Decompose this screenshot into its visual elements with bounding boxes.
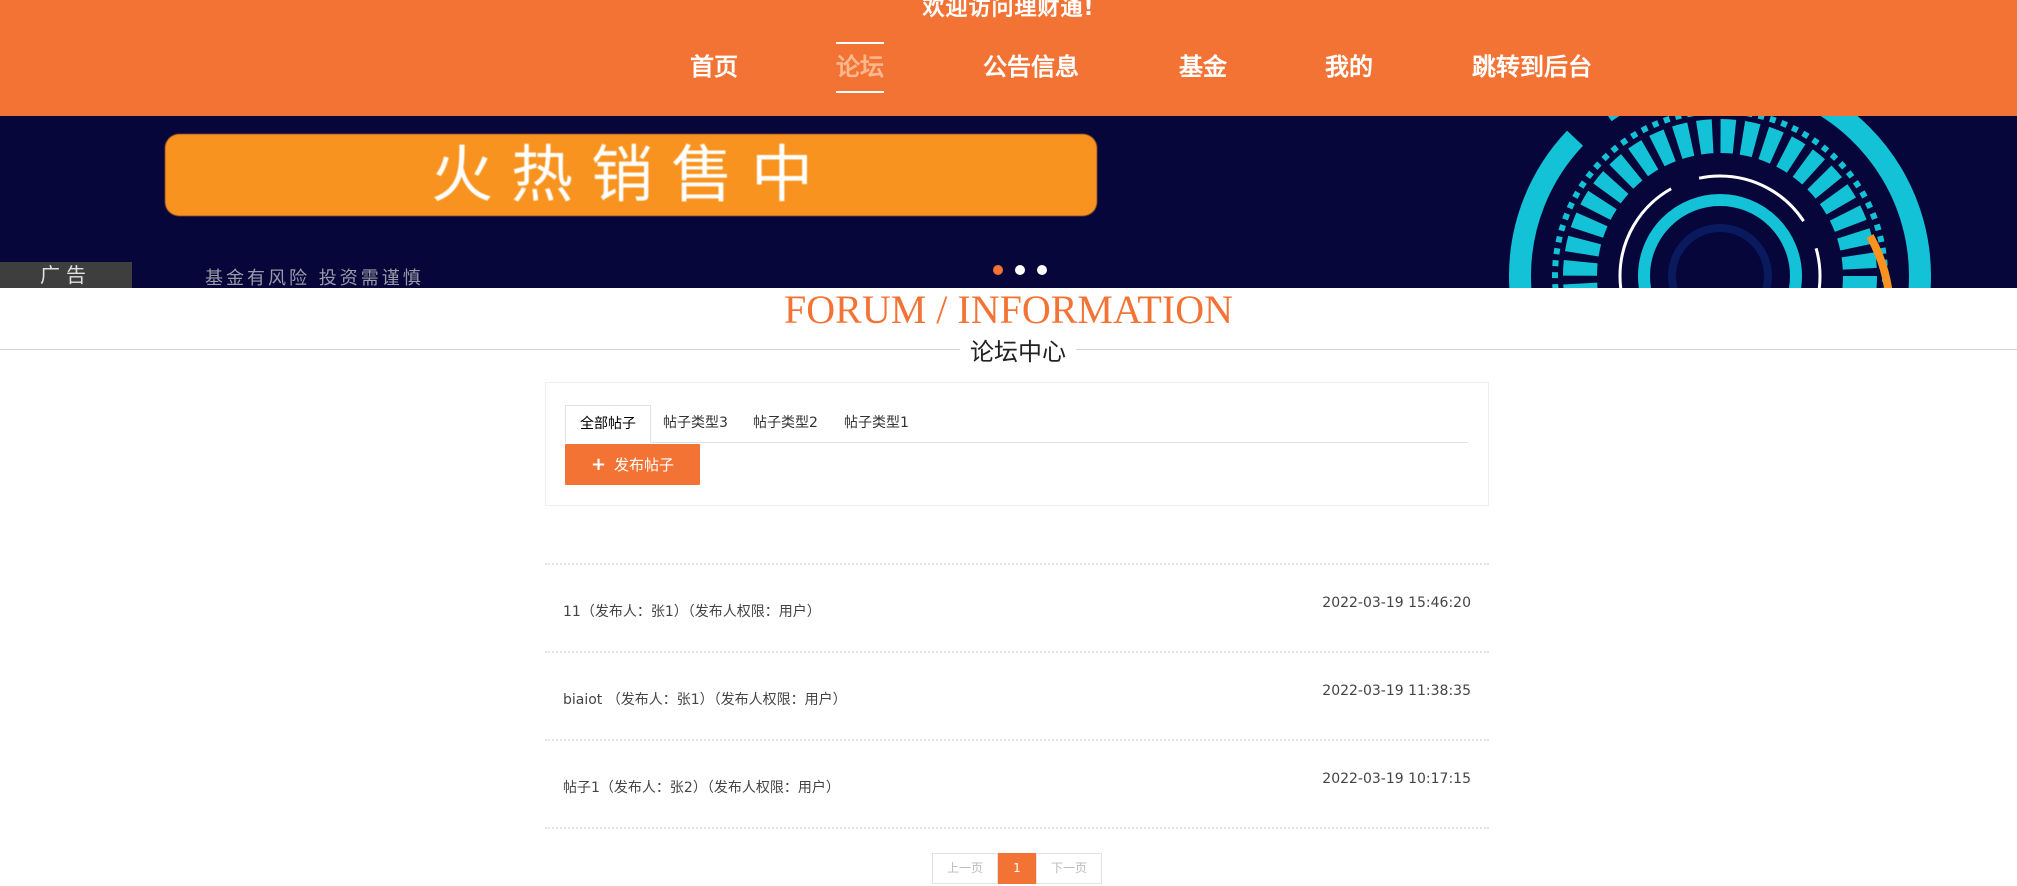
main-nav: 首页 论坛 公告信息 基金 我的 跳转到后台	[0, 18, 2017, 116]
nav-forum[interactable]: 论坛	[836, 42, 884, 93]
tab-post-type-1[interactable]: 帖子类型1	[844, 405, 909, 442]
tech-ring-graphic	[1509, 116, 1931, 288]
nav-announcements[interactable]: 公告信息	[983, 44, 1079, 90]
banner-carousel[interactable]: 火热销售中 广告 基金有风险 投资需谨慎	[0, 116, 2017, 288]
welcome-text: 欢迎访问理财通!	[922, 0, 1095, 19]
ad-tag: 广告	[0, 262, 132, 288]
forum-filter-panel: 全部帖子 帖子类型3 帖子类型2 帖子类型1 + 发布帖子	[545, 382, 1489, 506]
plus-icon: +	[590, 454, 607, 475]
list-item[interactable]: 11（发布人：张1）（发布人权限：用户） 2022-03-19 15:46:20	[545, 563, 1489, 651]
list-item[interactable]: biaiot （发布人：张1）（发布人权限：用户） 2022-03-19 11:…	[545, 651, 1489, 739]
tab-post-type-3[interactable]: 帖子类型3	[663, 405, 728, 442]
post-time: 2022-03-19 15:46:20	[1322, 595, 1471, 611]
post-title[interactable]: 帖子1（发布人：张2）（发布人权限：用户）	[563, 777, 840, 797]
tab-post-type-2[interactable]: 帖子类型2	[753, 405, 818, 442]
carousel-dot[interactable]	[993, 265, 1003, 275]
nav-fund[interactable]: 基金	[1179, 44, 1227, 90]
next-page-button[interactable]: 下一页	[1036, 853, 1102, 884]
post-title[interactable]: 11（发布人：张1）（发布人权限：用户）	[563, 601, 821, 621]
post-type-tabs: 全部帖子 帖子类型3 帖子类型2 帖子类型1	[565, 405, 1468, 443]
nav-mine[interactable]: 我的	[1325, 44, 1373, 90]
section-title-cn: 论坛中心	[960, 332, 1076, 367]
publish-post-label: 发布帖子	[614, 456, 675, 474]
nav-home[interactable]: 首页	[690, 44, 738, 90]
post-title[interactable]: biaiot （发布人：张1）（发布人权限：用户）	[563, 689, 847, 709]
welcome-bar: 欢迎访问理财通!	[0, 0, 2017, 19]
post-list: 11（发布人：张1）（发布人权限：用户） 2022-03-19 15:46:20…	[545, 563, 1489, 829]
post-time: 2022-03-19 10:17:15	[1322, 771, 1471, 787]
carousel-dots	[993, 260, 1054, 279]
banner-headline: 火热销售中	[165, 134, 1097, 216]
tab-all-posts[interactable]: 全部帖子	[565, 405, 651, 443]
section-title-en: FORUM / INFORMATION	[784, 287, 1233, 332]
list-item[interactable]: 帖子1（发布人：张2）（发布人权限：用户） 2022-03-19 10:17:1…	[545, 739, 1489, 829]
post-time: 2022-03-19 11:38:35	[1322, 683, 1471, 699]
risk-disclaimer: 基金有风险 投资需谨慎	[205, 268, 424, 288]
prev-page-button[interactable]: 上一页	[932, 853, 998, 884]
carousel-dot[interactable]	[1037, 265, 1048, 275]
page-1-button[interactable]: 1	[998, 853, 1036, 884]
carousel-dot[interactable]	[1015, 265, 1026, 275]
publish-post-button[interactable]: + 发布帖子	[565, 444, 700, 485]
nav-admin[interactable]: 跳转到后台	[1472, 44, 1592, 90]
